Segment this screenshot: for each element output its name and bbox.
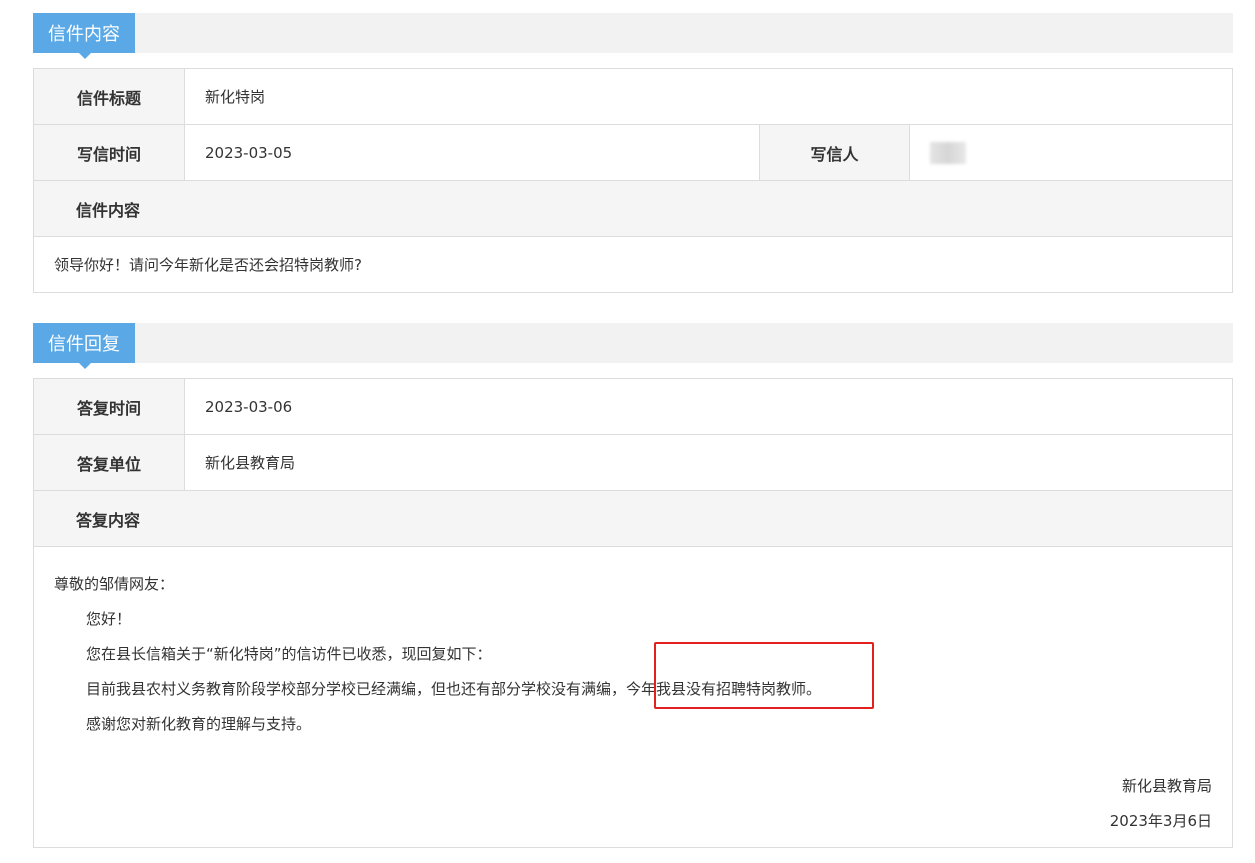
letter-writer-value (910, 125, 966, 180)
reply-greeting: 尊敬的邹倩网友： (54, 575, 175, 593)
reply-signature-date: 2023年3月6日 (1109, 812, 1212, 830)
reply-line-2-a: 目前我县农村义务教育阶段学校部分学校已经满编，但也还有部分学校没有满编， (86, 680, 627, 698)
reply-line-2: 目前我县农村义务教育阶段学校部分学校已经满编，但也还有部分学校没有满编，今年我县… (54, 672, 1212, 707)
reply-time-row: 答复时间 2023-03-06 (34, 379, 1232, 435)
letter-time-value: 2023-03-05 (205, 143, 293, 162)
reply-body: 尊敬的邹倩网友： 您好！ 您在县长信箱关于“新化特岗”的信访件已收悉，现回复如下… (34, 547, 1232, 847)
reply-line-3: 感谢您对新化教育的理解与支持。 (86, 715, 312, 733)
letter-section-tab: 信件内容 (33, 13, 135, 59)
reply-hello: 您好！ (86, 610, 132, 628)
letter-time-label: 写信时间 (34, 125, 185, 180)
letter-title-label: 信件标题 (34, 69, 185, 124)
reply-time-value: 2023-03-06 (205, 397, 293, 416)
reply-unit-label: 答复单位 (34, 435, 185, 490)
reply-content-label: 答复内容 (34, 491, 1232, 547)
reply-section-tab: 信件回复 (33, 323, 135, 369)
letter-content-label: 信件内容 (34, 181, 1232, 237)
reply-line-1: 您在县长信箱关于“新化特岗”的信访件已收悉，现回复如下： (86, 645, 492, 663)
reply-signature-org: 新化县教育局 (1121, 777, 1212, 795)
letter-panel: 信件标题 新化特岗 写信时间 2023-03-05 写信人 信件内容 领导你好！… (33, 68, 1233, 293)
writer-name-redacted (930, 141, 966, 164)
letter-section-header: 信件内容 (33, 13, 1233, 59)
reply-time-label: 答复时间 (34, 379, 185, 434)
letter-writer-label: 写信人 (759, 125, 910, 180)
letter-content-row: 领导你好！请问今年新化是否还会招特岗教师? (34, 237, 1232, 292)
reply-unit-row: 答复单位 新化县教育局 (34, 435, 1232, 491)
letter-title-row: 信件标题 新化特岗 (34, 69, 1232, 125)
reply-section-header: 信件回复 (33, 323, 1233, 369)
reply-panel: 答复时间 2023-03-06 答复单位 新化县教育局 答复内容 尊敬的邹倩网友… (33, 378, 1233, 848)
letter-title-value: 新化特岗 (205, 88, 266, 106)
letter-content-value: 领导你好！请问今年新化是否还会招特岗教师? (54, 256, 362, 274)
letter-time-row: 写信时间 2023-03-05 写信人 (34, 125, 1232, 181)
highlight-annotation-box (654, 642, 874, 709)
reply-unit-value: 新化县教育局 (205, 454, 296, 472)
